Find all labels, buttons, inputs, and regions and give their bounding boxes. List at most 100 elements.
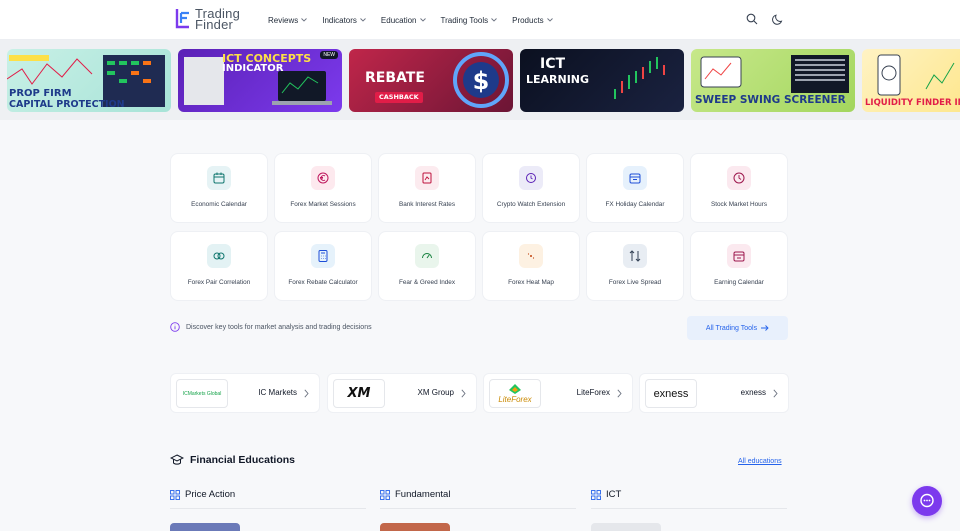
banner-subtitle: CAPITAL PROTECTION bbox=[9, 99, 125, 110]
divider bbox=[170, 508, 366, 509]
banner-title: PROP FIRM bbox=[9, 88, 72, 99]
chat-bubble-icon bbox=[920, 493, 934, 508]
edu-category-price-action[interactable]: Price Action bbox=[170, 489, 235, 500]
spread-icon bbox=[623, 244, 647, 268]
fundamental-thumbnail[interactable] bbox=[380, 523, 450, 531]
banner-ict-learning[interactable]: ICT LEARNING bbox=[520, 49, 684, 112]
broker-name: exness bbox=[740, 388, 766, 397]
ict-thumbnail[interactable] bbox=[591, 523, 661, 531]
tool-label: FX Holiday Calendar bbox=[605, 201, 665, 208]
nav-reviews[interactable]: Reviews bbox=[268, 16, 308, 25]
chevron-right-icon bbox=[617, 389, 622, 398]
tool-label: Fear & Greed Index bbox=[398, 279, 456, 286]
tool-card-earning-calendar[interactable]: Earning Calendar bbox=[690, 231, 788, 301]
tool-label: Forex Pair Correlation bbox=[187, 279, 251, 286]
broker-name: LiteForex bbox=[576, 388, 610, 397]
edu-category-fundamental[interactable]: Fundamental bbox=[380, 489, 450, 500]
price-action-thumbnail[interactable] bbox=[170, 523, 240, 531]
tool-label: Crypto Watch Extension bbox=[496, 201, 566, 208]
discover-note: Discover key tools for market analysis a… bbox=[170, 322, 372, 332]
chevron-down-icon bbox=[419, 18, 426, 22]
header-actions bbox=[746, 13, 784, 25]
tool-label: Forex Rebate Calculator bbox=[288, 279, 358, 286]
all-trading-tools-button[interactable]: All Trading Tools bbox=[687, 316, 788, 340]
tool-card-fear-greed-index[interactable]: Fear & Greed Index bbox=[378, 231, 476, 301]
grid-icon bbox=[380, 489, 390, 500]
banner-ict-concepts[interactable]: ICT CONCEPTS INDICATOR NEW bbox=[178, 49, 342, 112]
search-icon[interactable] bbox=[746, 13, 758, 25]
arrow-right-icon bbox=[761, 325, 769, 331]
tool-card-forex-live-spread[interactable]: Forex Live Spread bbox=[586, 231, 684, 301]
tool-card-crypto-watch-extension[interactable]: Crypto Watch Extension bbox=[482, 153, 580, 223]
nav-products[interactable]: Products bbox=[512, 16, 553, 25]
chevron-down-icon bbox=[301, 18, 308, 22]
correlation-icon bbox=[207, 244, 231, 268]
tool-card-forex-market-sessions[interactable]: Forex Market Sessions bbox=[274, 153, 372, 223]
logo-mark-icon bbox=[175, 9, 189, 29]
chevron-down-icon bbox=[546, 18, 553, 22]
broker-liteforex[interactable]: LiteForex LiteForex bbox=[483, 373, 633, 413]
chart-doc-icon bbox=[415, 166, 439, 190]
watch-icon bbox=[519, 166, 543, 190]
grid-icon bbox=[170, 489, 180, 500]
edu-category-ict[interactable]: ICT bbox=[591, 489, 621, 500]
all-educations-link[interactable]: All educations bbox=[738, 458, 782, 465]
top-header: Trading Finder Reviews Indicators Educat… bbox=[0, 0, 960, 40]
broker-name: XM Group bbox=[417, 388, 454, 397]
new-badge: NEW bbox=[320, 51, 338, 59]
calendar-icon bbox=[207, 166, 231, 190]
tool-label: Economic Calendar bbox=[191, 201, 247, 208]
banner-prop-firm[interactable]: PROP FIRM CAPITAL PROTECTION bbox=[7, 49, 171, 112]
earning-calendar-icon bbox=[727, 244, 751, 268]
tool-card-bank-interest-rates[interactable]: Bank Interest Rates bbox=[378, 153, 476, 223]
banner-liquidity-finder[interactable]: LIQUIDITY FINDER IND bbox=[862, 49, 960, 112]
banner-title: REBATE bbox=[365, 70, 425, 86]
financial-educations-header: Financial Educations bbox=[170, 454, 295, 466]
banner-subtitle: CASHBACK bbox=[375, 92, 423, 103]
tool-card-forex-rebate-calculator[interactable]: Forex Rebate Calculator bbox=[274, 231, 372, 301]
broker-xm-group[interactable]: XM XM Group bbox=[327, 373, 477, 413]
chevron-down-icon bbox=[491, 18, 497, 22]
banner-title: SWEEP SWING SCREENER bbox=[695, 94, 846, 106]
heatmap-icon bbox=[519, 244, 543, 268]
tool-label: Forex Heat Map bbox=[508, 279, 554, 286]
broker-list: ICMarkets Global IC Markets XM XM Group … bbox=[170, 373, 790, 413]
clock-icon bbox=[727, 166, 751, 190]
tool-card-forex-pair-correlation[interactable]: Forex Pair Correlation bbox=[170, 231, 268, 301]
tool-label: Forex Market Sessions bbox=[290, 201, 356, 208]
all-trading-tools-label: All Trading Tools bbox=[705, 324, 758, 332]
calculator-icon bbox=[311, 244, 335, 268]
tool-card-economic-calendar[interactable]: Economic Calendar bbox=[170, 153, 268, 223]
chevron-right-icon bbox=[461, 389, 466, 398]
banner-title: LIQUIDITY FINDER IND bbox=[865, 98, 960, 108]
nav-trading-tools[interactable]: Trading Tools bbox=[441, 16, 498, 25]
grid-icon bbox=[591, 489, 601, 500]
exness-logo: exness bbox=[645, 379, 697, 408]
broker-exness[interactable]: exness exness bbox=[639, 373, 789, 413]
holiday-calendar-icon bbox=[623, 166, 647, 190]
tool-card-stock-market-hours[interactable]: Stock Market Hours bbox=[690, 153, 788, 223]
main-nav: Reviews Indicators Education Trading Too… bbox=[268, 0, 568, 40]
banner-subtitle: INDICATOR bbox=[222, 63, 284, 74]
promo-banner-carousel: PROP FIRM CAPITAL PROTECTION ICT CONCEPT… bbox=[0, 40, 960, 120]
broker-name: IC Markets bbox=[258, 388, 297, 397]
banner-sweep-swing[interactable]: SWEEP SWING SCREENER bbox=[691, 49, 855, 112]
dark-mode-moon-icon[interactable] bbox=[772, 13, 784, 25]
nav-indicators[interactable]: Indicators bbox=[322, 16, 366, 25]
liteforex-logo: LiteForex bbox=[489, 379, 541, 408]
trading-finder-logo[interactable]: Trading Finder bbox=[175, 7, 240, 31]
tool-card-fx-holiday-calendar[interactable]: FX Holiday Calendar bbox=[586, 153, 684, 223]
xm-logo: XM bbox=[333, 379, 385, 408]
banner-rebate[interactable]: $ REBATE CASHBACK bbox=[349, 49, 513, 112]
ic-markets-logo: ICMarkets Global bbox=[176, 379, 228, 408]
chevron-down-icon bbox=[360, 18, 366, 22]
chat-support-button[interactable] bbox=[912, 486, 942, 516]
divider bbox=[380, 508, 576, 509]
nav-education[interactable]: Education bbox=[381, 16, 426, 25]
banner-title: ICT bbox=[540, 56, 566, 72]
broker-ic-markets[interactable]: ICMarkets Global IC Markets bbox=[170, 373, 320, 413]
tool-label: Earning Calendar bbox=[714, 279, 764, 286]
tool-label: Bank Interest Rates bbox=[398, 201, 456, 208]
gauge-icon bbox=[415, 244, 439, 268]
tool-card-forex-heat-map[interactable]: Forex Heat Map bbox=[482, 231, 580, 301]
